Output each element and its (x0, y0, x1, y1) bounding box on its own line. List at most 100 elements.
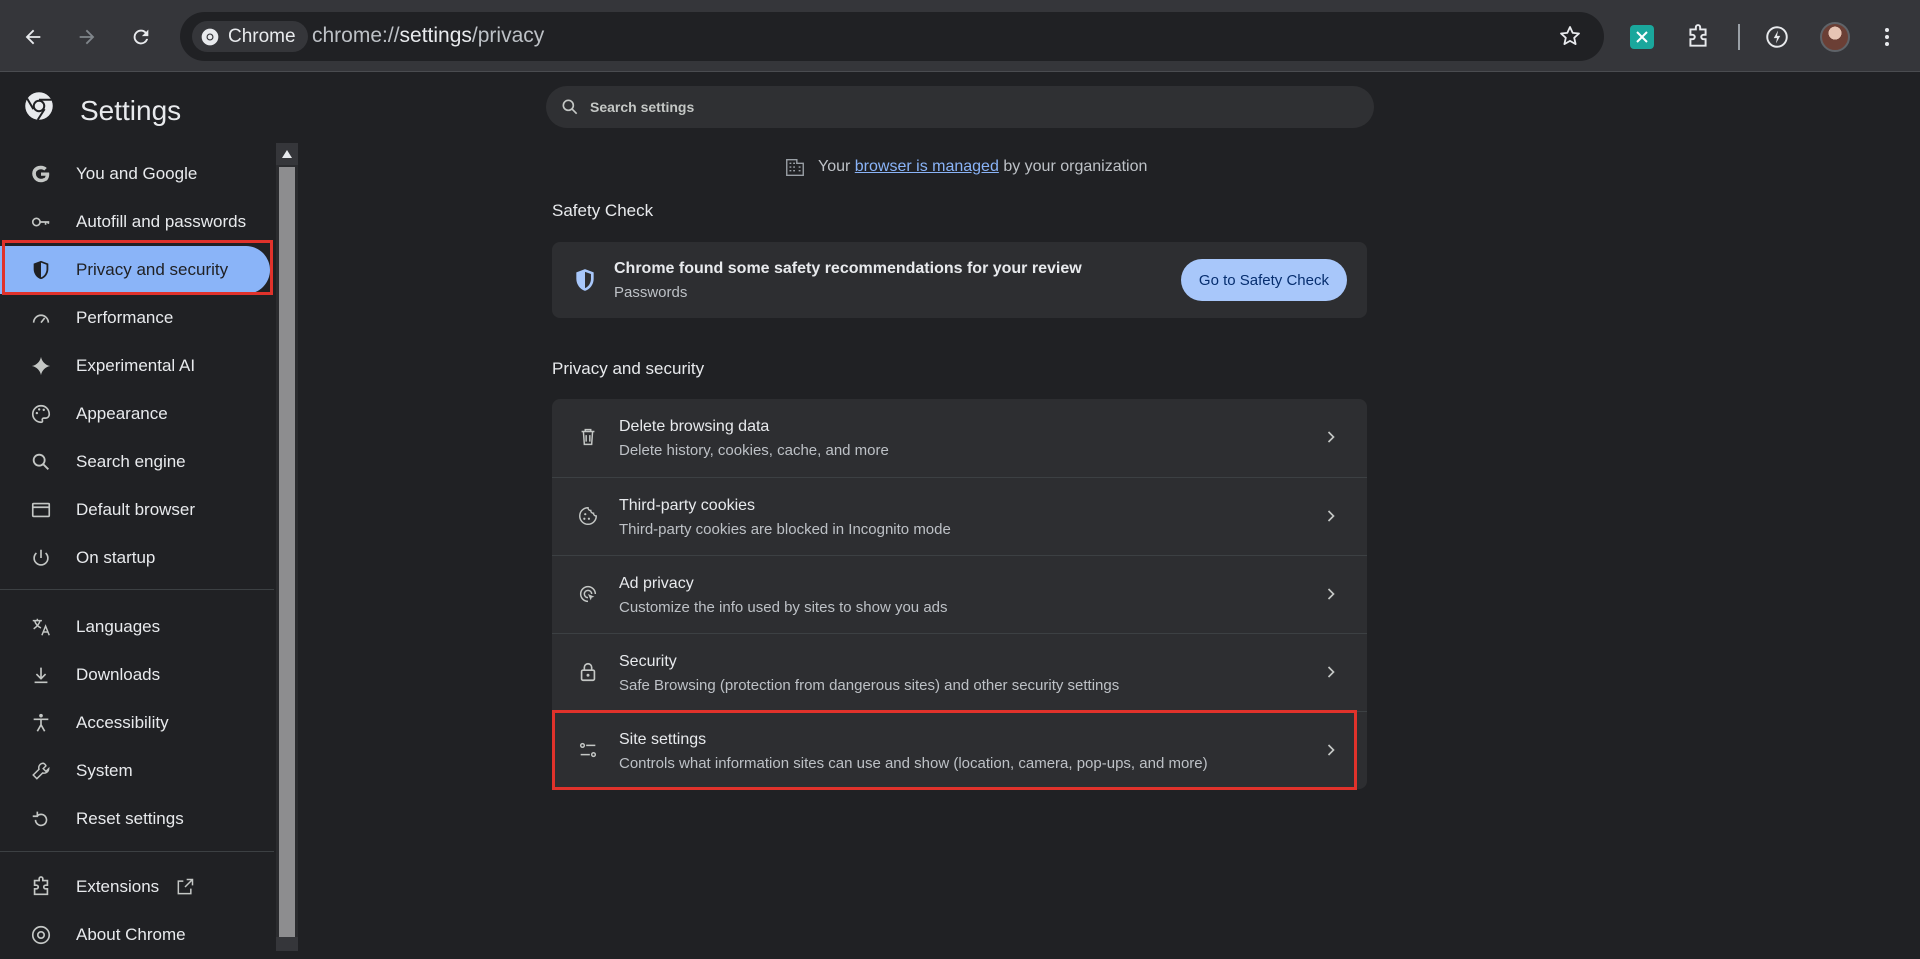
managed-text-before: Your (818, 158, 851, 175)
chevron-right-icon (1327, 431, 1335, 443)
scroll-up-button[interactable] (276, 143, 298, 165)
puzzle-icon (1689, 24, 1707, 47)
sidebar-item-label: Appearance (76, 404, 168, 423)
arrow-left-icon (25, 29, 41, 45)
sidebar-divider (0, 851, 274, 852)
toolbar-divider (1738, 24, 1740, 50)
sidebar-item-languages[interactable]: Languages (0, 603, 272, 651)
sidebar-item-label: Autofill and passwords (76, 212, 247, 231)
sidebar-scrollbar[interactable] (276, 143, 298, 951)
sidebar-item-label: Downloads (76, 665, 161, 684)
scroll-down-button[interactable] (276, 937, 298, 951)
sidebar-item-downloads[interactable]: Downloads (0, 651, 272, 699)
reset-icon (28, 806, 54, 832)
page-title: Settings (80, 95, 182, 126)
browser-window-icon (28, 497, 54, 523)
row-delete-browsing-data[interactable]: Delete browsing data Delete history, coo… (552, 399, 1367, 477)
chevron-right-icon (1327, 666, 1335, 678)
search-icon (562, 99, 578, 115)
managed-notice: Your browser is managed by your organiza… (784, 156, 1147, 178)
row-subtitle: Customize the info used by sites to show… (619, 599, 948, 616)
sidebar-item-on-startup[interactable]: On startup (0, 534, 272, 582)
highlight-frame-site-settings (552, 710, 1357, 790)
chrome-logo-icon (25, 92, 53, 121)
sidebar-item-label: You and Google (76, 164, 198, 183)
arrow-right-icon (79, 29, 95, 45)
profile-avatar[interactable] (1820, 22, 1850, 52)
triangle-up-icon (282, 150, 292, 158)
row-title: Security (619, 653, 677, 670)
chrome-icon (201, 28, 219, 45)
privacy-section-heading: Privacy and security (552, 359, 705, 378)
sidebar-item-performance[interactable]: Performance (0, 294, 272, 342)
more-vert-icon (1885, 28, 1889, 46)
row-ad-privacy[interactable]: Ad privacy Customize the info used by si… (552, 555, 1367, 633)
back-button[interactable] (16, 20, 50, 54)
shield-check-icon (576, 269, 594, 291)
sidebar-item-label: Languages (76, 617, 161, 636)
safety-check-subtitle: Passwords (614, 284, 688, 301)
search-icon (28, 449, 54, 475)
performance-button[interactable] (1762, 22, 1792, 52)
safety-check-heading: Safety Check (552, 201, 654, 220)
tools-icon (1636, 31, 1648, 43)
chrome-icon (28, 922, 54, 948)
search-box[interactable] (546, 86, 1374, 128)
trash-icon (576, 425, 600, 449)
sidebar-item-appearance[interactable]: Appearance (0, 390, 272, 438)
url-text: chrome://settings/privacy (312, 24, 544, 48)
sidebar-item-autofill[interactable]: Autofill and passwords (0, 198, 272, 246)
sidebar-item-label: Reset settings (76, 809, 184, 828)
chevron-right-icon (1327, 588, 1335, 600)
row-subtitle: Safe Browsing (protection from dangerous… (619, 677, 1120, 694)
url-host: settings (399, 24, 472, 47)
sidebar-item-default-browser[interactable]: Default browser (0, 486, 272, 534)
sidebar-item-accessibility[interactable]: Accessibility (0, 699, 272, 747)
sidebar-item-experimental-ai[interactable]: Experimental AI (0, 342, 272, 390)
row-title: Third-party cookies (619, 497, 756, 514)
menu-button[interactable] (1872, 22, 1902, 52)
scroll-thumb[interactable] (279, 167, 295, 937)
reload-button[interactable] (124, 20, 158, 54)
puzzle-icon (28, 874, 54, 900)
energy-icon (1766, 26, 1788, 48)
safety-check-card: Chrome found some safety recommendations… (552, 242, 1367, 318)
sidebar-item-you-and-google[interactable]: You and Google (0, 150, 272, 198)
forward-button[interactable] (70, 20, 104, 54)
extensions-button[interactable] (1683, 22, 1713, 52)
settings-header: Settings (0, 73, 560, 143)
accessibility-icon (28, 710, 54, 736)
key-icon (28, 209, 54, 235)
sidebar-item-label: Default browser (76, 500, 196, 519)
row-title: Delete browsing data (619, 418, 770, 435)
building-icon (786, 158, 804, 176)
chevron-right-icon (1327, 510, 1335, 522)
search-input[interactable] (590, 99, 1290, 115)
row-third-party-cookies[interactable]: Third-party cookies Third-party cookies … (552, 477, 1367, 555)
chip-label: Chrome (228, 25, 296, 47)
bookmark-star-button[interactable] (1558, 24, 1582, 53)
sidebar-item-label: Performance (76, 308, 174, 327)
sidebar-item-about-chrome[interactable]: About Chrome (0, 911, 272, 959)
highlight-frame-privacy (2, 240, 273, 295)
sidebar-divider (0, 589, 274, 590)
sidebar-item-reset-settings[interactable]: Reset settings (0, 795, 272, 843)
sidebar-item-extensions[interactable]: Extensions (0, 863, 272, 911)
go-to-safety-check-button[interactable]: Go to Safety Check (1180, 259, 1347, 301)
sidebar-item-search-engine[interactable]: Search engine (0, 438, 272, 486)
sidebar-item-label: Accessibility (76, 713, 169, 732)
wrench-icon (28, 758, 54, 784)
chrome-chip[interactable]: Chrome (192, 21, 308, 52)
google-icon (28, 161, 54, 187)
power-icon (28, 545, 54, 571)
managed-text-after: by your organization (1003, 158, 1148, 175)
extension-button-teal[interactable] (1630, 25, 1654, 49)
browser-managed-link[interactable]: browser is managed (855, 158, 999, 175)
sidebar-item-label: System (76, 761, 133, 780)
row-subtitle: Delete history, cookies, cache, and more (619, 442, 889, 459)
lock-icon (576, 660, 600, 684)
sidebar-item-system[interactable]: System (0, 747, 272, 795)
address-bar[interactable]: Chrome chrome://settings/privacy (180, 12, 1604, 61)
row-security[interactable]: Security Safe Browsing (protection from … (552, 633, 1367, 711)
sidebar-item-label: About Chrome (76, 925, 186, 944)
